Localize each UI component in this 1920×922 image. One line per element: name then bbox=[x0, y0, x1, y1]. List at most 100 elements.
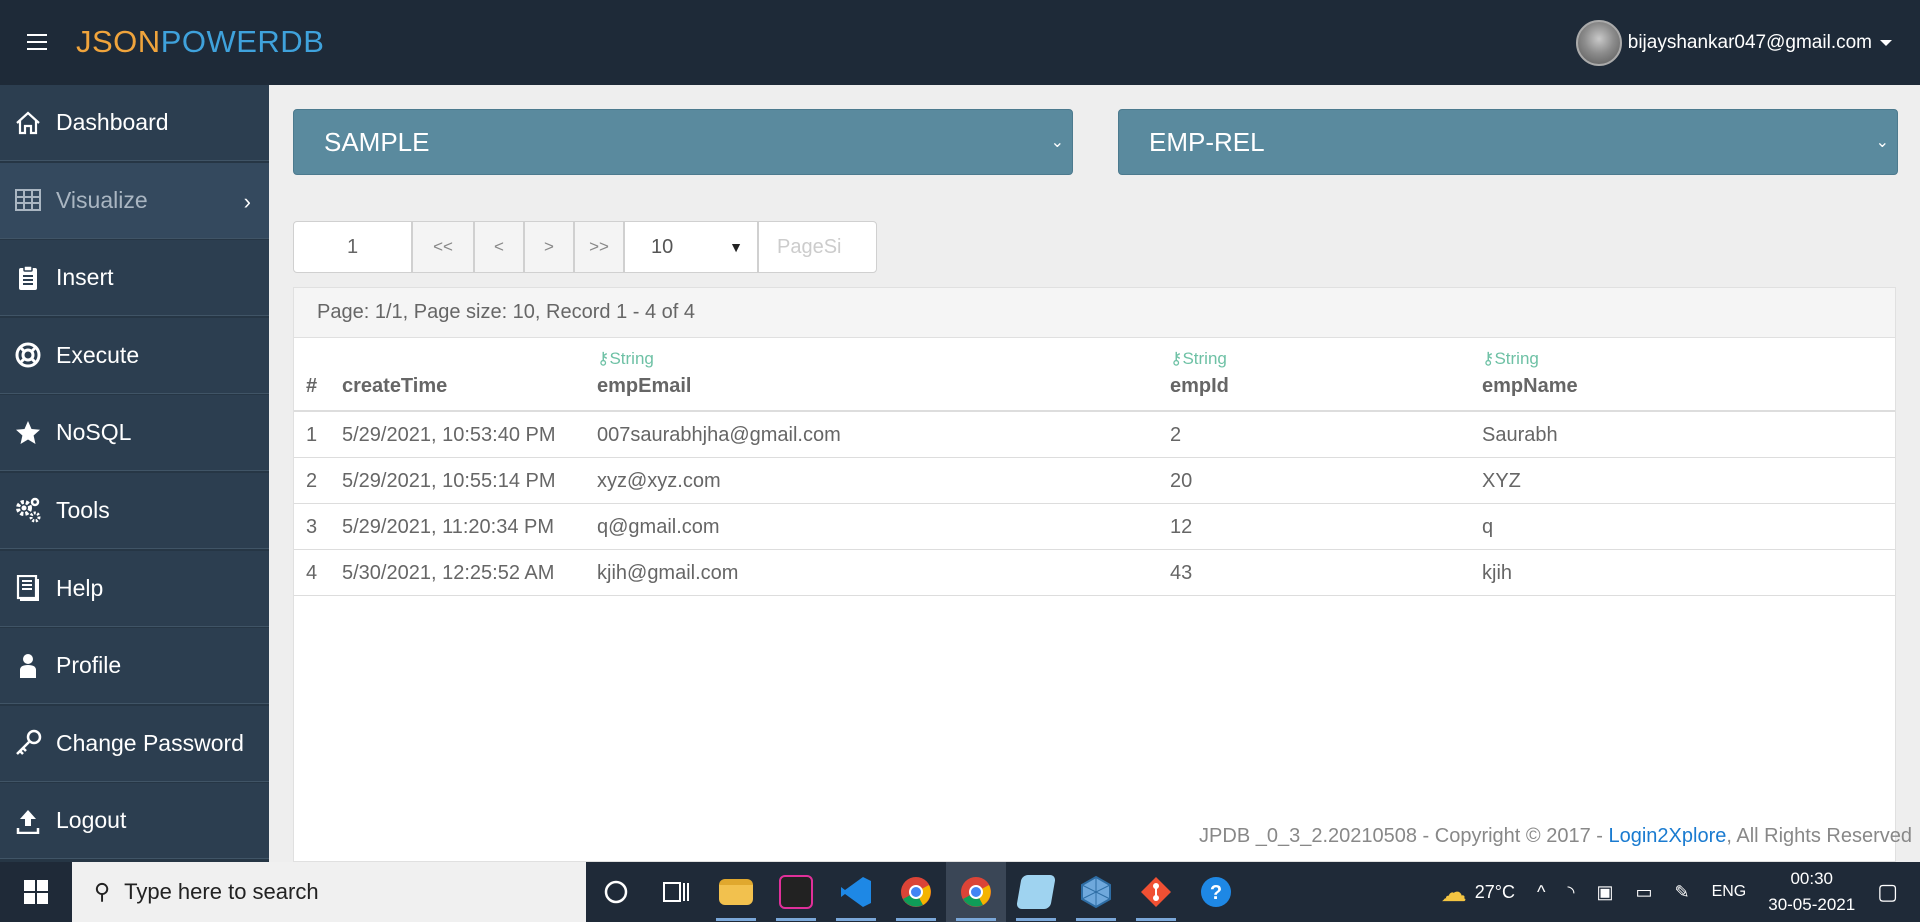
sidebar-item-label: Execute bbox=[56, 341, 140, 368]
page-size-input[interactable]: PageSi bbox=[758, 221, 877, 273]
first-page-button[interactable]: << bbox=[412, 221, 474, 273]
terminal-icon[interactable] bbox=[766, 862, 826, 922]
last-page-button[interactable]: >> bbox=[574, 221, 624, 273]
column-header-createtime[interactable]: createTime bbox=[330, 343, 585, 412]
user-email: bijayshankar047@gmail.com bbox=[1627, 32, 1872, 53]
key-icon: ⚷ bbox=[597, 349, 610, 368]
vscode-icon[interactable] bbox=[826, 862, 886, 922]
sidebar-item-dashboard[interactable]: Dashboard bbox=[0, 85, 269, 161]
sidebar-item-label: Logout bbox=[56, 807, 127, 834]
table-row[interactable]: 4 5/30/2021, 12:25:52 AM kjih@gmail.com … bbox=[294, 549, 1895, 596]
caret-down-icon bbox=[1880, 40, 1892, 46]
column-name: empId bbox=[1170, 375, 1229, 397]
records-status: Page: 1/1, Page size: 10, Record 1 - 4 o… bbox=[294, 288, 1895, 338]
chrome-icon[interactable] bbox=[886, 862, 946, 922]
search-icon: ⚲ bbox=[94, 879, 111, 904]
chevron-down-icon: ⌄ bbox=[1875, 134, 1889, 151]
column-header-index[interactable]: # bbox=[294, 343, 330, 412]
sidebar-item-label: Visualize bbox=[56, 186, 148, 213]
sidebar-item-label: Profile bbox=[56, 652, 122, 679]
sidebar-item-label: Dashboard bbox=[56, 109, 169, 135]
task-view-icon[interactable] bbox=[646, 862, 706, 922]
column-type: String bbox=[609, 349, 654, 368]
avatar bbox=[1575, 20, 1622, 66]
book-icon bbox=[0, 575, 56, 602]
sidebar-item-tools[interactable]: Tools bbox=[0, 472, 269, 549]
page-number-input[interactable]: 1 bbox=[293, 221, 412, 273]
table-row[interactable]: 1 5/29/2021, 10:53:40 PM 007saurabhjha@g… bbox=[294, 411, 1895, 458]
notification-icon[interactable]: ▢ bbox=[1877, 879, 1898, 905]
sidebar-item-label: Change Password bbox=[56, 729, 244, 756]
cortana-icon[interactable] bbox=[586, 862, 646, 922]
key-icon: ⚷ bbox=[1482, 349, 1495, 368]
logo-json-text: JSON bbox=[76, 24, 161, 59]
camera-icon[interactable]: ▣ bbox=[1596, 882, 1613, 903]
chevron-down-icon: ▼ bbox=[729, 239, 743, 255]
git-gui-icon[interactable] bbox=[1126, 862, 1186, 922]
file-explorer-icon[interactable] bbox=[706, 862, 766, 922]
cell-empname: XYZ bbox=[1470, 457, 1895, 504]
sidebar-item-label: Insert bbox=[56, 264, 114, 291]
chevron-up-icon[interactable]: ^ bbox=[1537, 882, 1545, 903]
sidebar-item-label: Tools bbox=[56, 496, 110, 523]
cell-index: 4 bbox=[294, 549, 330, 596]
chevron-right-icon: › bbox=[243, 188, 251, 214]
netbeans-icon[interactable] bbox=[1066, 862, 1126, 922]
help-icon[interactable]: ? bbox=[1186, 862, 1246, 922]
login2xplore-link[interactable]: Login2Xplore bbox=[1608, 825, 1726, 847]
next-page-button[interactable]: > bbox=[524, 221, 574, 273]
pen-icon[interactable]: ✎ bbox=[1674, 882, 1689, 903]
chrome-active-icon[interactable] bbox=[946, 862, 1006, 922]
table-row[interactable]: 2 5/29/2021, 10:55:14 PM xyz@xyz.com 20 … bbox=[294, 457, 1895, 504]
records-table: # createTime ⚷String empEmail ⚷String empI… bbox=[294, 343, 1895, 596]
column-name: # bbox=[306, 375, 318, 397]
sidebar-item-execute[interactable]: Execute bbox=[0, 317, 269, 394]
database-select[interactable]: SAMPLE ⌄ bbox=[293, 109, 1073, 175]
footer-copyright: JPDB _0_3_2.20210508 - Copyright © 2017 … bbox=[1199, 825, 1609, 847]
lifebuoy-icon bbox=[0, 342, 56, 368]
user-icon bbox=[0, 653, 56, 679]
logo-powerdb-text: POWERDB bbox=[160, 24, 325, 59]
sidebar-item-change-password[interactable]: Change Password bbox=[0, 705, 269, 782]
menu-toggle-icon[interactable] bbox=[27, 34, 47, 50]
sidebar-item-help[interactable]: Help bbox=[0, 550, 269, 627]
table-row[interactable]: 3 5/29/2021, 11:20:34 PM q@gmail.com 12 … bbox=[294, 503, 1895, 550]
sidebar-item-profile[interactable]: Profile bbox=[0, 628, 269, 705]
sidebar-item-logout[interactable]: Logout bbox=[0, 783, 269, 860]
cell-empid: 43 bbox=[1158, 549, 1470, 596]
notepad-icon[interactable] bbox=[1006, 862, 1066, 922]
cell-createtime: 5/29/2021, 10:53:40 PM bbox=[330, 411, 585, 458]
relation-select[interactable]: EMP-REL ⌄ bbox=[1118, 109, 1898, 175]
app-logo[interactable]: JSONPOWERDB bbox=[76, 24, 324, 60]
cell-createtime: 5/29/2021, 11:20:34 PM bbox=[330, 503, 585, 550]
column-header-empname[interactable]: ⚷String empName bbox=[1470, 343, 1895, 412]
user-menu[interactable]: bijayshankar047@gmail.com bbox=[1575, 20, 1892, 66]
battery-icon[interactable]: ▭ bbox=[1635, 882, 1652, 903]
relation-select-value: EMP-REL bbox=[1149, 126, 1265, 157]
language-indicator[interactable]: ENG bbox=[1712, 883, 1747, 901]
cell-empemail: kjih@gmail.com bbox=[585, 549, 1158, 596]
sidebar-item-visualize[interactable]: Visualize › bbox=[0, 162, 269, 239]
column-name: empName bbox=[1482, 375, 1578, 397]
column-header-empid[interactable]: ⚷String empId bbox=[1158, 343, 1470, 412]
key-icon bbox=[0, 729, 56, 757]
windows-start-icon[interactable] bbox=[0, 862, 72, 922]
wifi-icon[interactable]: ◝ bbox=[1567, 882, 1574, 903]
cell-empname: Saurabh bbox=[1470, 411, 1895, 458]
cell-empid: 12 bbox=[1158, 503, 1470, 550]
cell-empemail: xyz@xyz.com bbox=[585, 457, 1158, 504]
taskbar-search-box[interactable]: ⚲ Type here to search bbox=[72, 862, 586, 922]
pagination-bar: 1 << < > >> 10 ▼ PageSi bbox=[293, 221, 877, 273]
string-type-label: ⚷String bbox=[1170, 349, 1470, 369]
sidebar-item-nosql[interactable]: NoSQL bbox=[0, 395, 269, 472]
column-type: String bbox=[1182, 349, 1227, 368]
clock[interactable]: 00:30 30-05-2021 bbox=[1768, 866, 1855, 918]
sidebar-item-label: NoSQL bbox=[56, 419, 132, 446]
prev-page-button[interactable]: < bbox=[474, 221, 524, 273]
sidebar-item-insert[interactable]: Insert bbox=[0, 240, 269, 317]
weather-widget[interactable]: ☁ 27°C bbox=[1441, 877, 1515, 908]
column-header-empemail[interactable]: ⚷String empEmail bbox=[585, 343, 1158, 412]
page-size-select[interactable]: 10 ▼ bbox=[624, 221, 758, 273]
cell-index: 1 bbox=[294, 411, 330, 458]
weather-temp: 27°C bbox=[1474, 881, 1515, 902]
